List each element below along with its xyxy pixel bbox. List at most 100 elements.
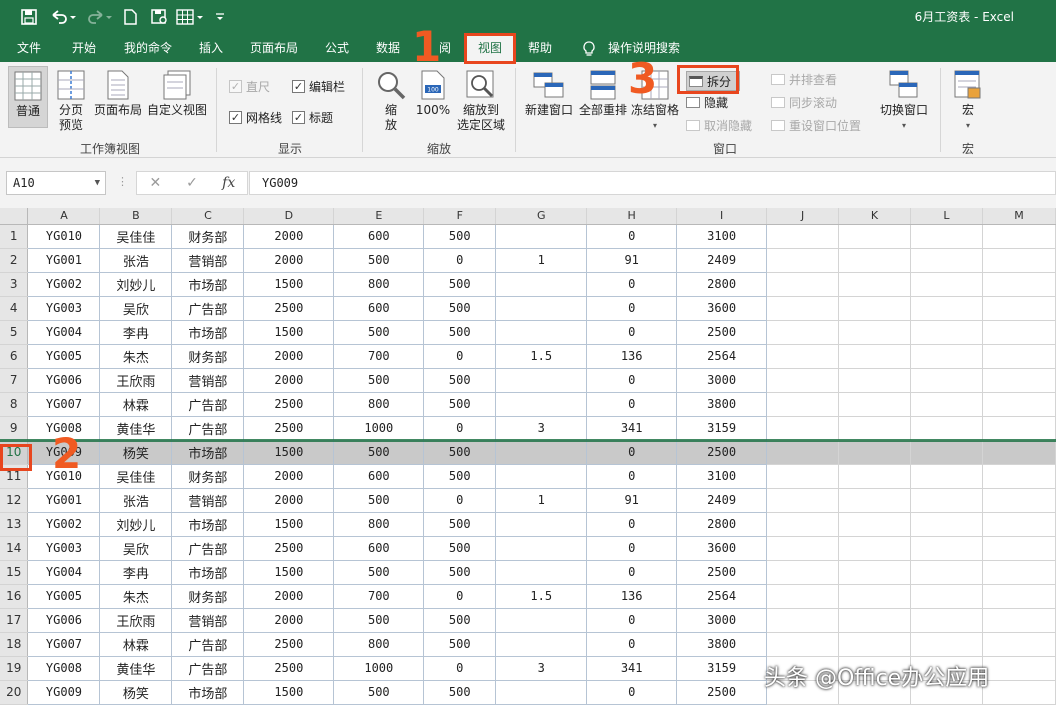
cell[interactable]: 1.5	[495, 584, 588, 609]
row-header[interactable]: 12	[0, 488, 29, 513]
cell[interactable]: 500	[423, 272, 497, 297]
cell[interactable]: 1500	[243, 440, 335, 465]
cell[interactable]: 500	[333, 488, 425, 513]
tab-home[interactable]: 开始	[72, 34, 96, 62]
cell[interactable]: 财务部	[171, 224, 245, 249]
cell[interactable]: 2000	[243, 344, 335, 369]
cell[interactable]	[495, 272, 588, 297]
cell[interactable]	[766, 560, 840, 585]
cell[interactable]	[910, 272, 983, 297]
cell[interactable]	[766, 488, 840, 513]
cell[interactable]	[910, 608, 983, 633]
cell[interactable]	[838, 248, 912, 273]
cell[interactable]: 2500	[243, 632, 335, 657]
cell[interactable]: 500	[423, 536, 497, 561]
row-header[interactable]: 5	[0, 320, 29, 345]
cell[interactable]: 朱杰	[99, 344, 173, 369]
cell[interactable]: 500	[423, 464, 497, 489]
cell[interactable]: 2500	[243, 416, 335, 441]
cell[interactable]	[766, 320, 840, 345]
row-header[interactable]: 7	[0, 368, 29, 393]
cell[interactable]: 1500	[243, 680, 335, 705]
cell[interactable]	[910, 464, 983, 489]
cell[interactable]	[982, 536, 1056, 561]
row-header[interactable]: 3	[0, 272, 29, 297]
cell[interactable]: 500	[333, 680, 425, 705]
cell[interactable]: 600	[333, 296, 425, 321]
row-header[interactable]: 15	[0, 560, 29, 585]
reset-window-position-button[interactable]: 重设窗口位置	[771, 117, 861, 134]
name-box[interactable]: A10 ▼	[6, 171, 106, 195]
column-header-e[interactable]: E	[333, 208, 425, 225]
cell[interactable]	[982, 416, 1056, 441]
cell[interactable]: 2000	[243, 608, 335, 633]
cell[interactable]: 王欣雨	[99, 608, 173, 633]
cell[interactable]: 0	[586, 536, 678, 561]
gridlines-checkbox[interactable]: ✓ 网格线	[229, 109, 282, 126]
cell[interactable]	[838, 560, 912, 585]
cell[interactable]	[982, 296, 1056, 321]
cell[interactable]	[495, 680, 588, 705]
cell[interactable]	[766, 344, 840, 369]
cell[interactable]: 700	[333, 584, 425, 609]
row-header[interactable]: 4	[0, 296, 29, 321]
select-all-corner[interactable]	[0, 208, 29, 225]
cell[interactable]: 2000	[243, 584, 335, 609]
cell[interactable]: 500	[333, 368, 425, 393]
cell[interactable]: 0	[423, 488, 497, 513]
formula-input[interactable]: YG009	[249, 171, 1056, 195]
cell[interactable]: 广告部	[171, 656, 245, 681]
cell[interactable]: 林霖	[99, 632, 173, 657]
cell[interactable]: 500	[423, 440, 497, 465]
customize-icon[interactable]	[214, 7, 226, 27]
column-header-b[interactable]: B	[99, 208, 173, 225]
custom-views-button[interactable]: 自定义视图	[146, 70, 208, 118]
row-header[interactable]: 9	[0, 416, 29, 441]
cell[interactable]: 吴欣	[99, 296, 173, 321]
cell[interactable]: 李冉	[99, 320, 173, 345]
cell[interactable]	[982, 272, 1056, 297]
page-layout-view-button[interactable]: 页面布局	[92, 70, 144, 118]
cell[interactable]: 市场部	[171, 272, 245, 297]
zoom-button[interactable]: 缩 放	[374, 70, 408, 133]
cell[interactable]: YG007	[27, 632, 101, 657]
cell[interactable]	[910, 632, 983, 657]
cell[interactable]	[495, 320, 588, 345]
cell[interactable]	[766, 464, 840, 489]
cell[interactable]: YG010	[27, 224, 101, 249]
cell[interactable]: YG005	[27, 584, 101, 609]
row-header[interactable]: 6	[0, 344, 29, 369]
cell[interactable]: 0	[586, 224, 678, 249]
cell[interactable]: 500	[423, 392, 497, 417]
row-header[interactable]: 18	[0, 632, 29, 657]
cell[interactable]	[495, 512, 588, 537]
cell[interactable]	[838, 464, 912, 489]
cell[interactable]	[495, 608, 588, 633]
column-header-a[interactable]: A	[27, 208, 101, 225]
cell[interactable]: 0	[586, 296, 678, 321]
unhide-button[interactable]: 取消隐藏	[686, 117, 752, 134]
cell[interactable]	[495, 536, 588, 561]
cell[interactable]: 1500	[243, 272, 335, 297]
cell[interactable]	[838, 416, 912, 441]
column-header-c[interactable]: C	[171, 208, 245, 225]
tab-help[interactable]: 帮助	[528, 34, 552, 62]
view-side-by-side-button[interactable]: 并排查看	[771, 71, 837, 88]
cell[interactable]: 2000	[243, 368, 335, 393]
cell[interactable]: 2000	[243, 464, 335, 489]
cell[interactable]: 2500	[243, 656, 335, 681]
cell[interactable]	[495, 224, 588, 249]
tab-my-commands[interactable]: 我的命令	[124, 34, 172, 62]
cell[interactable]: 3000	[676, 368, 768, 393]
cell[interactable]: 2500	[676, 440, 768, 465]
cell[interactable]	[982, 320, 1056, 345]
cell[interactable]	[838, 296, 912, 321]
cell[interactable]: 张浩	[99, 488, 173, 513]
new-window-button[interactable]: 新建窗口	[522, 70, 576, 118]
page-break-preview-button[interactable]: 分页 预览	[54, 70, 88, 133]
cell[interactable]: YG001	[27, 248, 101, 273]
cell[interactable]: 1500	[243, 560, 335, 585]
cell[interactable]: 0	[423, 584, 497, 609]
cell[interactable]: 3	[495, 416, 588, 441]
column-header-k[interactable]: K	[838, 208, 912, 225]
